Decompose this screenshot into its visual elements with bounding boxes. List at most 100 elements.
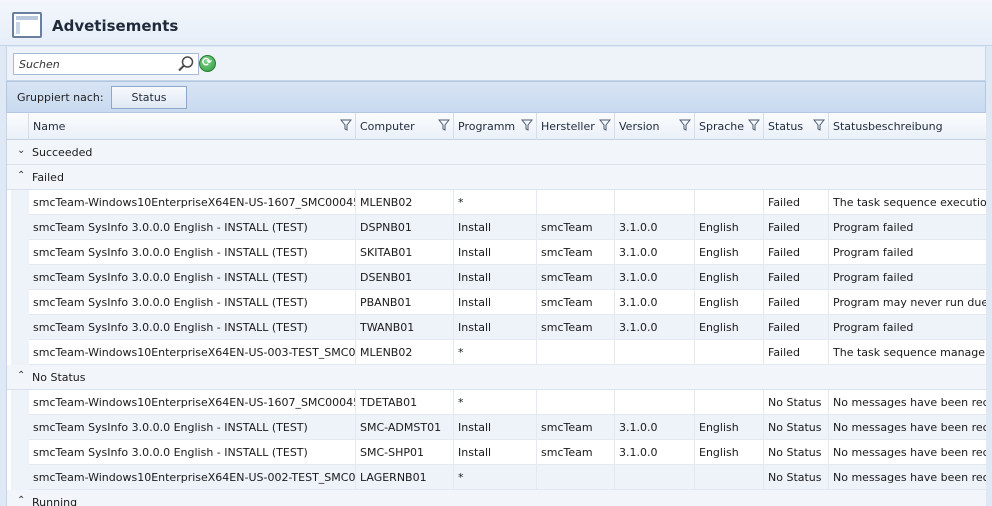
cell-statusbeschreibung: Program failed (829, 265, 986, 290)
group-header-no-status[interactable]: ⌃ No Status (7, 365, 986, 390)
table-row[interactable]: smcTeam SysInfo 3.0.0.0 English - INSTAL… (29, 290, 986, 315)
filter-icon[interactable] (437, 119, 451, 131)
table-row[interactable]: smcTeam SysInfo 3.0.0.0 English - INSTAL… (29, 240, 986, 265)
group-by-bar: Gruppiert nach: Status (6, 81, 986, 113)
table-row[interactable]: smcTeam SysInfo 3.0.0.0 English - INSTAL… (29, 415, 986, 440)
cell-sprache: English (695, 240, 764, 265)
column-header-programm[interactable]: Programm (454, 113, 537, 140)
column-header-label: Hersteller (541, 120, 595, 133)
cell-name: smcTeam SysInfo 3.0.0.0 English - INSTAL… (29, 265, 356, 290)
column-header-status[interactable]: Status (764, 113, 829, 140)
row-marker (11, 415, 29, 440)
filter-icon[interactable] (678, 119, 692, 131)
cell-name: smcTeam SysInfo 3.0.0.0 English - INSTAL… (29, 440, 356, 465)
cell-programm: Install (454, 215, 537, 240)
row-marker (11, 315, 29, 340)
search-icon[interactable] (177, 55, 195, 73)
cell-computer: TDETAB01 (356, 390, 454, 415)
row-marker (11, 190, 29, 215)
table-row[interactable]: smcTeam-Windows10EnterpriseX64EN-US-003-… (29, 340, 986, 365)
chevron-up-icon[interactable]: ⌃ (17, 495, 25, 506)
cell-name: smcTeam SysInfo 3.0.0.0 English - INSTAL… (29, 315, 356, 340)
column-header-sprache[interactable]: Sprache (695, 113, 764, 140)
table-row[interactable]: smcTeam SysInfo 3.0.0.0 English - INSTAL… (29, 215, 986, 240)
cell-text: smcTeam SysInfo 3.0.0.0 English - INSTAL… (33, 421, 308, 434)
refresh-icon[interactable] (199, 55, 216, 72)
column-header-statusbeschreibung[interactable]: Statusbeschreibung (829, 113, 986, 140)
cell-text: smcTeam (541, 321, 593, 334)
column-header-version[interactable]: Version (615, 113, 695, 140)
cell-text: English (699, 421, 739, 434)
cell-text: LAGERNB01 (360, 471, 427, 484)
cell-text: English (699, 446, 739, 459)
cell-text: 3.1.0.0 (619, 271, 658, 284)
cell-text: * (458, 471, 464, 484)
cell-text: Install (458, 271, 492, 284)
chevron-up-icon[interactable]: ⌃ (17, 170, 25, 181)
cell-programm: * (454, 390, 537, 415)
column-header-label: Sprache (699, 120, 745, 133)
cell-text: * (458, 196, 464, 209)
cell-text: 3.1.0.0 (619, 321, 658, 334)
cell-text: 3.1.0.0 (619, 246, 658, 259)
cell-text: No messages have been rece (833, 396, 986, 409)
column-header-label: Computer (360, 120, 415, 133)
cell-text: Program failed (833, 271, 914, 284)
group-header-failed[interactable]: ⌃ Failed (7, 165, 986, 190)
row-marker (11, 440, 29, 465)
group-header-succeeded[interactable]: ⌄ Succeeded (7, 140, 986, 165)
chevron-down-icon[interactable]: ⌄ (17, 145, 25, 156)
column-header-label: Statusbeschreibung (833, 120, 943, 133)
cell-programm: Install (454, 240, 537, 265)
filter-icon[interactable] (747, 119, 761, 131)
cell-text: No messages have been rece (833, 421, 986, 434)
column-header-label: Name (33, 120, 66, 133)
table-row[interactable]: smcTeam-Windows10EnterpriseX64EN-US-002-… (29, 465, 986, 490)
cell-text: smcTeam (541, 221, 593, 234)
table-row[interactable]: smcTeam SysInfo 3.0.0.0 English - INSTAL… (29, 315, 986, 340)
cell-sprache: English (695, 290, 764, 315)
group-label: Failed (32, 171, 64, 184)
cell-text: English (699, 296, 739, 309)
search-box[interactable] (13, 53, 199, 75)
column-header-name[interactable]: Name (29, 113, 356, 140)
row-marker (11, 215, 29, 240)
cell-text: Install (458, 421, 492, 434)
cell-status: Failed (764, 240, 829, 265)
search-input[interactable] (14, 54, 174, 74)
cell-text: Failed (768, 221, 800, 234)
group-header-running[interactable]: ⌃ Running (7, 490, 986, 506)
filter-icon[interactable] (339, 119, 353, 131)
table-row[interactable]: smcTeam SysInfo 3.0.0.0 English - INSTAL… (29, 265, 986, 290)
cell-text: 3.1.0.0 (619, 421, 658, 434)
chevron-up-icon[interactable]: ⌃ (17, 370, 25, 381)
table-row[interactable]: smcTeam-Windows10EnterpriseX64EN-US-1607… (29, 390, 986, 415)
column-header-hersteller[interactable]: Hersteller (537, 113, 615, 140)
cell-name: smcTeam SysInfo 3.0.0.0 English - INSTAL… (29, 290, 356, 315)
cell-computer: PBANB01 (356, 290, 454, 315)
cell-hersteller: smcTeam (537, 415, 615, 440)
cell-computer: LAGERNB01 (356, 465, 454, 490)
column-header-row: Name Computer Programm Hersteller Version Spr… (7, 113, 986, 140)
filter-icon[interactable] (520, 119, 534, 131)
group-by-status-button[interactable]: Status (111, 86, 187, 109)
column-header-label: Programm (458, 120, 516, 133)
cell-text: MLENB02 (360, 196, 413, 209)
cell-sprache: English (695, 315, 764, 340)
cell-status: No Status (764, 390, 829, 415)
column-header-computer[interactable]: Computer (356, 113, 454, 140)
cell-text: Failed (768, 196, 800, 209)
filter-icon[interactable] (812, 119, 826, 131)
filter-icon[interactable] (598, 119, 612, 131)
cell-text: Failed (768, 246, 800, 259)
cell-status: Failed (764, 315, 829, 340)
cell-statusbeschreibung: No messages have been rece (829, 415, 986, 440)
cell-text: English (699, 221, 739, 234)
cell-text: TDETAB01 (360, 396, 418, 409)
cell-name: smcTeam SysInfo 3.0.0.0 English - INSTAL… (29, 240, 356, 265)
column-header-label: Version (619, 120, 660, 133)
table-row[interactable]: smcTeam SysInfo 3.0.0.0 English - INSTAL… (29, 440, 986, 465)
table-row[interactable]: smcTeam-Windows10EnterpriseX64EN-US-1607… (29, 190, 986, 215)
cell-statusbeschreibung: No messages have been rece (829, 390, 986, 415)
header-row-marker (7, 113, 29, 140)
